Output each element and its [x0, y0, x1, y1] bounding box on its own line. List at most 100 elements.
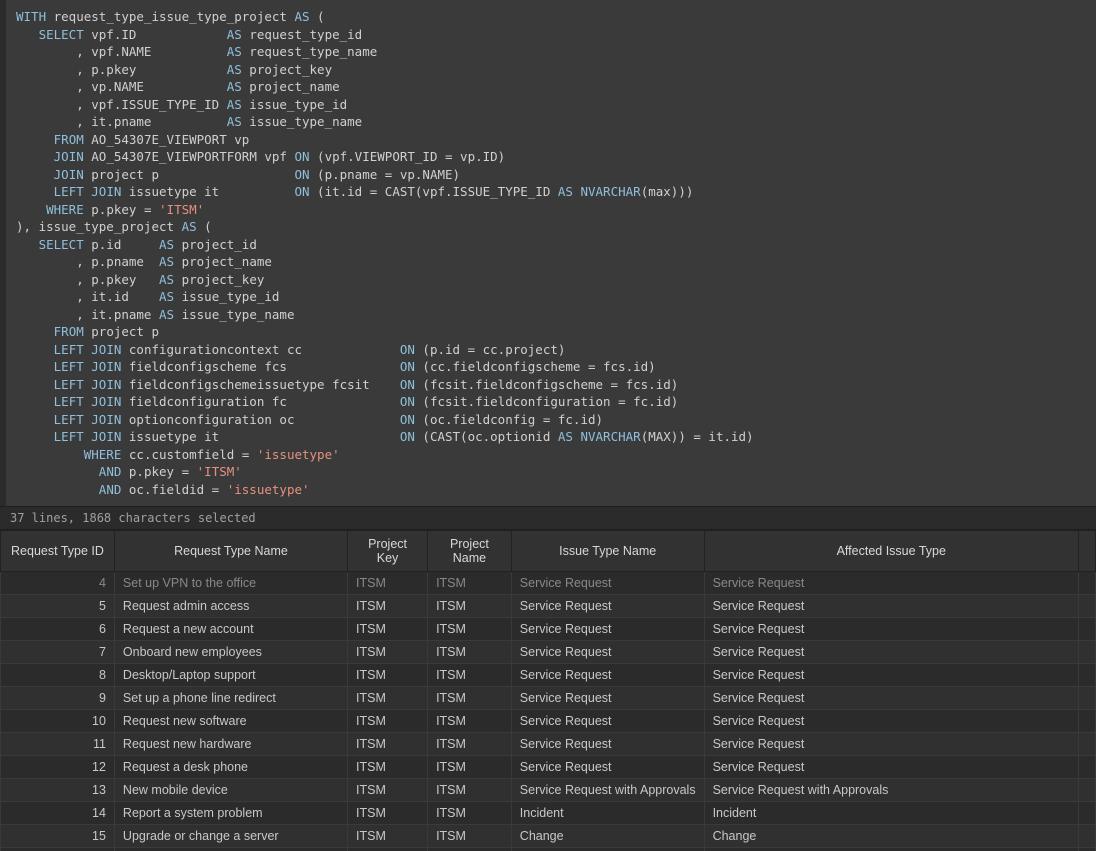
cell-project-name[interactable]: ITSM — [428, 641, 512, 664]
cell-issue-type-name[interactable]: Service Request — [511, 618, 704, 641]
col-header-project-key[interactable]: Project Key — [348, 531, 428, 572]
cell-issue-type-name[interactable]: Service Request — [511, 641, 704, 664]
col-header-request-type-name[interactable]: Request Type Name — [114, 531, 347, 572]
table-row[interactable]: 9Set up a phone line redirectITSMITSMSer… — [1, 687, 1096, 710]
col-header-affected-issue-type[interactable]: Affected Issue Type — [704, 531, 1078, 572]
cell-project-name[interactable]: ITSM — [428, 802, 512, 825]
cell-issue-type-name[interactable]: Service Request with Approvals — [511, 779, 704, 802]
cell-request-type-name[interactable]: Request new hardware — [114, 733, 347, 756]
table-row[interactable]: 15Upgrade or change a serverITSMITSMChan… — [1, 825, 1096, 848]
cell-issue-type-name[interactable]: Service Request — [511, 733, 704, 756]
cell-issue-type-name[interactable]: Incident — [511, 802, 704, 825]
cell-request-type-id[interactable]: 9 — [1, 687, 115, 710]
cell-project-key[interactable]: ITSM — [348, 595, 428, 618]
cell-affected-issue-type[interactable]: Incident — [704, 802, 1078, 825]
table-row[interactable]: 5Request admin accessITSMITSMService Req… — [1, 595, 1096, 618]
cell-project-name[interactable]: ITSM — [428, 687, 512, 710]
cell-project-name[interactable]: ITSM — [428, 733, 512, 756]
table-row[interactable]: 7Onboard new employeesITSMITSMService Re… — [1, 641, 1096, 664]
cell-request-type-id[interactable]: 4 — [1, 572, 115, 595]
cell-project-key[interactable]: ITSM — [348, 779, 428, 802]
cell-project-name[interactable]: ITSM — [428, 572, 512, 595]
col-header-request-type-id[interactable]: Request Type ID — [1, 531, 115, 572]
cell-issue-type-name[interactable]: Service Request — [511, 572, 704, 595]
table-row[interactable]: 11Request new hardwareITSMITSMService Re… — [1, 733, 1096, 756]
table-row[interactable]: 10Request new softwareITSMITSMService Re… — [1, 710, 1096, 733]
cell-spacer — [1078, 825, 1095, 848]
cell-request-type-name[interactable]: Report a system problem — [114, 802, 347, 825]
cell-request-type-name[interactable]: Request new software — [114, 710, 347, 733]
cell-request-type-id[interactable]: 6 — [1, 618, 115, 641]
table-row[interactable]: 14Report a system problemITSMITSMInciden… — [1, 802, 1096, 825]
cell-project-key[interactable]: ITSM — [348, 641, 428, 664]
cell-affected-issue-type[interactable]: Service Request — [704, 595, 1078, 618]
cell-affected-issue-type[interactable]: Service Request with Approvals — [704, 779, 1078, 802]
cell-affected-issue-type[interactable]: Change — [704, 848, 1078, 851]
cell-request-type-id[interactable]: 10 — [1, 710, 115, 733]
cell-project-name[interactable]: ITSM — [428, 664, 512, 687]
cell-request-type-name[interactable]: Set up a phone line redirect — [114, 687, 347, 710]
cell-request-type-name[interactable]: Upgrade or change a managed system — [114, 848, 347, 851]
cell-issue-type-name[interactable]: Service Request — [511, 664, 704, 687]
cell-request-type-name[interactable]: New mobile device — [114, 779, 347, 802]
cell-affected-issue-type[interactable]: Service Request — [704, 572, 1078, 595]
table-row[interactable]: 4Set up VPN to the officeITSMITSMService… — [1, 572, 1096, 595]
cell-issue-type-name[interactable]: Service Request — [511, 710, 704, 733]
cell-request-type-name[interactable]: Upgrade or change a server — [114, 825, 347, 848]
cell-project-name[interactable]: ITSM — [428, 848, 512, 851]
col-header-project-name[interactable]: Project Name — [428, 531, 512, 572]
cell-request-type-name[interactable]: Desktop/Laptop support — [114, 664, 347, 687]
cell-project-key[interactable]: ITSM — [348, 825, 428, 848]
cell-affected-issue-type[interactable]: Service Request — [704, 756, 1078, 779]
cell-request-type-id[interactable]: 11 — [1, 733, 115, 756]
cell-issue-type-name[interactable]: Service Request — [511, 595, 704, 618]
cell-project-name[interactable]: ITSM — [428, 779, 512, 802]
cell-request-type-name[interactable]: Onboard new employees — [114, 641, 347, 664]
cell-issue-type-name[interactable]: Change — [511, 848, 704, 851]
cell-request-type-id[interactable]: 13 — [1, 779, 115, 802]
cell-issue-type-name[interactable]: Service Request — [511, 687, 704, 710]
cell-request-type-name[interactable]: Set up VPN to the office — [114, 572, 347, 595]
cell-request-type-id[interactable]: 15 — [1, 825, 115, 848]
sql-editor[interactable]: WITH request_type_issue_type_project AS … — [0, 0, 1096, 506]
cell-project-key[interactable]: ITSM — [348, 733, 428, 756]
table-row[interactable]: 8Desktop/Laptop supportITSMITSMService R… — [1, 664, 1096, 687]
cell-affected-issue-type[interactable]: Service Request — [704, 687, 1078, 710]
cell-request-type-name[interactable]: Request a desk phone — [114, 756, 347, 779]
cell-affected-issue-type[interactable]: Service Request — [704, 710, 1078, 733]
results-table[interactable]: Request Type ID Request Type Name Projec… — [0, 530, 1096, 851]
cell-issue-type-name[interactable]: Service Request — [511, 756, 704, 779]
cell-affected-issue-type[interactable]: Change — [704, 825, 1078, 848]
cell-request-type-id[interactable]: 12 — [1, 756, 115, 779]
table-row[interactable]: 13New mobile deviceITSMITSMService Reque… — [1, 779, 1096, 802]
table-row[interactable]: 16Upgrade or change a managed systemITSM… — [1, 848, 1096, 851]
cell-affected-issue-type[interactable]: Service Request — [704, 733, 1078, 756]
cell-request-type-name[interactable]: Request a new account — [114, 618, 347, 641]
cell-request-type-id[interactable]: 14 — [1, 802, 115, 825]
cell-project-key[interactable]: ITSM — [348, 756, 428, 779]
cell-affected-issue-type[interactable]: Service Request — [704, 618, 1078, 641]
cell-request-type-id[interactable]: 5 — [1, 595, 115, 618]
cell-issue-type-name[interactable]: Change — [511, 825, 704, 848]
cell-project-key[interactable]: ITSM — [348, 848, 428, 851]
cell-project-name[interactable]: ITSM — [428, 825, 512, 848]
cell-request-type-id[interactable]: 16 — [1, 848, 115, 851]
table-row[interactable]: 6Request a new accountITSMITSMService Re… — [1, 618, 1096, 641]
cell-project-key[interactable]: ITSM — [348, 618, 428, 641]
cell-project-key[interactable]: ITSM — [348, 802, 428, 825]
cell-request-type-id[interactable]: 7 — [1, 641, 115, 664]
cell-project-name[interactable]: ITSM — [428, 595, 512, 618]
table-row[interactable]: 12Request a desk phoneITSMITSMService Re… — [1, 756, 1096, 779]
cell-affected-issue-type[interactable]: Service Request — [704, 641, 1078, 664]
col-header-issue-type-name[interactable]: Issue Type Name — [511, 531, 704, 572]
cell-request-type-name[interactable]: Request admin access — [114, 595, 347, 618]
cell-project-key[interactable]: ITSM — [348, 687, 428, 710]
cell-request-type-id[interactable]: 8 — [1, 664, 115, 687]
cell-project-name[interactable]: ITSM — [428, 710, 512, 733]
cell-project-name[interactable]: ITSM — [428, 756, 512, 779]
cell-affected-issue-type[interactable]: Service Request — [704, 664, 1078, 687]
cell-project-key[interactable]: ITSM — [348, 710, 428, 733]
cell-project-key[interactable]: ITSM — [348, 664, 428, 687]
cell-project-key[interactable]: ITSM — [348, 572, 428, 595]
cell-project-name[interactable]: ITSM — [428, 618, 512, 641]
